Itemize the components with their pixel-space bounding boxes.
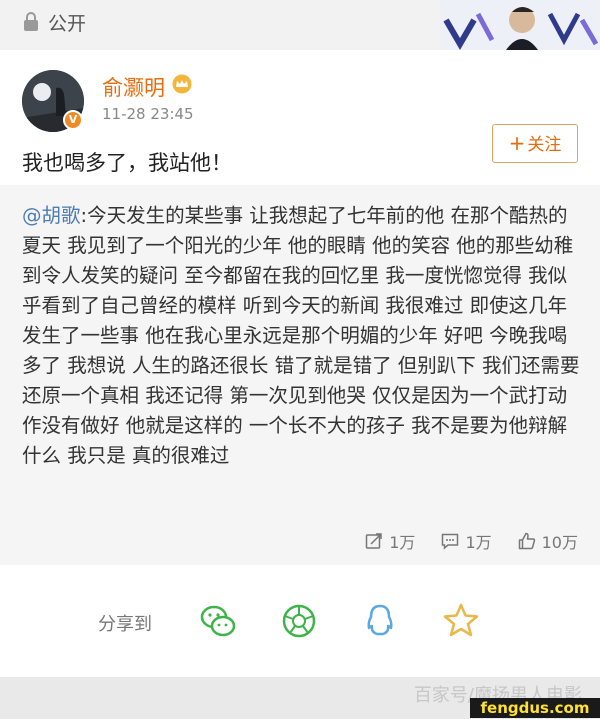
post-card: V 俞灏明 11-28 23:45 + 关注 我也喝多了，我站他！ — [0, 50, 600, 185]
repost-body: :今天发生的某些事 让我想起了七年前的他 在那个酷热的夏天 我见到了一个阳光的少… — [22, 204, 580, 467]
post-time: 11-28 23:45 — [102, 105, 194, 123]
repost-stats: 1万 1万 10万 — [365, 529, 578, 553]
plus-icon: + — [508, 131, 526, 155]
crown-icon — [172, 74, 192, 94]
lock-icon — [24, 12, 38, 31]
top-bar: 公开 — [0, 0, 600, 50]
verified-badge-icon: V — [63, 110, 83, 130]
bottom-strip: 百家号/魔扬男人电影 fengdus.com — [0, 677, 600, 719]
visibility-label: 公开 — [48, 13, 87, 35]
repost-count[interactable]: 1万 — [365, 529, 415, 553]
repost-text: @胡歌:今天发生的某些事 让我想起了七年前的他 在那个酷热的夏天 我见到了一个阳… — [22, 201, 582, 471]
comment-count[interactable]: 1万 — [441, 529, 492, 553]
post-text: 我也喝多了，我站他！ — [22, 151, 232, 175]
mention-link[interactable]: @胡歌 — [22, 204, 81, 227]
share-label: 分享到 — [98, 614, 152, 635]
qq-icon[interactable] — [361, 602, 399, 640]
star-icon[interactable] — [442, 602, 480, 640]
follow-label: 关注 — [527, 135, 562, 155]
moments-icon[interactable] — [280, 602, 318, 640]
thumbs-up-icon — [518, 532, 535, 550]
share-bar: 分享到 — [0, 565, 600, 677]
username[interactable]: 俞灏明 — [102, 72, 165, 102]
like-count[interactable]: 10万 — [518, 529, 578, 553]
wechat-icon[interactable] — [199, 602, 237, 640]
banner-graphic — [440, 0, 600, 50]
site-watermark: fengdus.com — [470, 698, 600, 718]
repost-icon — [366, 533, 382, 549]
repost-block[interactable]: @胡歌:今天发生的某些事 让我想起了七年前的他 在那个酷热的夏天 我见到了一个阳… — [0, 185, 600, 565]
follow-button[interactable]: + 关注 — [492, 124, 578, 163]
comment-icon — [442, 533, 459, 550]
